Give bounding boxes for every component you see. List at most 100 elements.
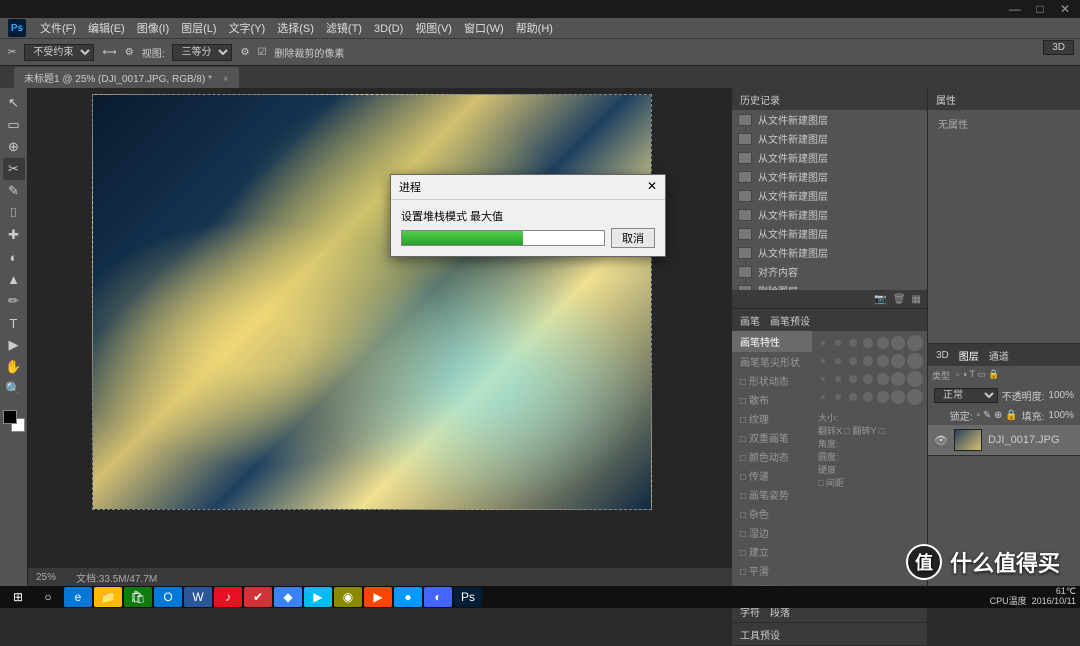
history-item[interactable]: 删除图层 [732, 281, 927, 290]
taskbar-app-icon[interactable]: O [154, 587, 182, 607]
taskbar-app-icon[interactable]: ◆ [274, 587, 302, 607]
brush-param[interactable]: □ 间距 [818, 476, 921, 489]
taskbar-app-icon[interactable]: ▶ [304, 587, 332, 607]
brush-tip-grid[interactable] [812, 331, 927, 409]
menu-item[interactable]: 滤镜(T) [320, 21, 368, 37]
taskbar-app-icon[interactable]: ▶ [364, 587, 392, 607]
zoom-level[interactable]: 25% [36, 572, 56, 583]
tool-button[interactable]: ✋ [3, 356, 25, 378]
menu-item[interactable]: 3D(D) [368, 21, 409, 37]
layer-name[interactable]: DJI_0017.JPG [988, 434, 1060, 446]
brush-option[interactable]: □ 形状动态 [732, 371, 812, 390]
dialog-close-icon[interactable]: ✕ [647, 179, 657, 195]
opacity-value[interactable]: 100% [1048, 390, 1074, 401]
taskbar-app-icon[interactable]: ○ [34, 587, 62, 607]
history-new-icon[interactable]: ▦ [912, 294, 921, 305]
menu-item[interactable]: 视图(V) [409, 21, 458, 37]
history-tab[interactable]: 历史记录 [740, 92, 780, 107]
tool-button[interactable]: ▶ [3, 334, 25, 356]
layers-tab[interactable]: 图层 [959, 348, 979, 363]
brush-option[interactable]: □ 双重画笔 [732, 428, 812, 447]
history-item[interactable]: 从文件新建图层 [732, 167, 927, 186]
document-canvas[interactable] [92, 94, 652, 510]
brush-tab[interactable]: 画笔 [740, 313, 760, 328]
history-item[interactable]: 从文件新建图层 [732, 224, 927, 243]
menu-item[interactable]: 文件(F) [34, 21, 82, 37]
menu-item[interactable]: 编辑(E) [82, 21, 131, 37]
tool-button[interactable]: ▲ [3, 268, 25, 290]
taskbar-app-icon[interactable]: ✔ [244, 587, 272, 607]
brush-option[interactable]: □ 颜色动态 [732, 447, 812, 466]
history-snapshot-icon[interactable]: 📷 [874, 294, 886, 305]
tool-button[interactable]: 🔍 [3, 378, 25, 400]
close-button[interactable]: ✕ [1054, 2, 1076, 16]
brush-param[interactable]: 圆度: [818, 450, 921, 463]
properties-tab[interactable]: 属性 [936, 92, 956, 107]
history-item[interactable]: 从文件新建图层 [732, 243, 927, 262]
brush-presets-tab[interactable]: 画笔预设 [770, 313, 810, 328]
crop-preset-select[interactable]: 不受约束 [24, 44, 94, 61]
tool-button[interactable]: ✏ [3, 290, 25, 312]
canvas-area[interactable]: 25% 文档:33.5M/47.7M [28, 88, 732, 586]
layer-filter-kind[interactable]: 类型 [932, 369, 950, 382]
taskbar-app-icon[interactable]: ◐ [424, 587, 452, 607]
taskbar-app-icon[interactable]: ⊞ [4, 587, 32, 607]
brush-option[interactable]: □ 画笔姿势 [732, 485, 812, 504]
crop-grid-select[interactable]: 三等分 [172, 44, 232, 61]
menu-item[interactable]: 文字(Y) [223, 21, 272, 37]
taskbar-app-icon[interactable]: 🛍 [124, 587, 152, 607]
taskbar-app-icon[interactable]: W [184, 587, 212, 607]
brush-option[interactable]: □ 平滑 [732, 561, 812, 580]
channels-tab[interactable]: 通道 [989, 348, 1009, 363]
history-item[interactable]: 从文件新建图层 [732, 148, 927, 167]
brush-param[interactable]: 翻转X □ 翻转Y □ [818, 424, 921, 437]
menu-item[interactable]: 选择(S) [271, 21, 320, 37]
tool-presets-tab[interactable]: 工具预设 [740, 627, 780, 642]
taskbar-app-icon[interactable]: e [64, 587, 92, 607]
brush-param[interactable]: 大小: [818, 411, 921, 424]
tool-button[interactable]: ✚ [3, 224, 25, 246]
tool-button[interactable]: ▭ [3, 114, 25, 136]
history-item[interactable]: 从文件新建图层 [732, 110, 927, 129]
workspace-mode[interactable]: 3D [1043, 40, 1074, 55]
brush-option[interactable]: □ 纹理 [732, 409, 812, 428]
minimize-button[interactable]: — [1004, 2, 1026, 16]
document-tab[interactable]: 未标题1 @ 25% (DJI_0017.JPG, RGB/8) * × [14, 67, 239, 88]
tool-button[interactable]: ◐ [3, 246, 25, 268]
layer-thumbnail[interactable] [954, 429, 982, 451]
fill-value[interactable]: 100% [1048, 410, 1074, 421]
maximize-button[interactable]: □ [1029, 2, 1051, 16]
brush-param[interactable]: 角度: [818, 437, 921, 450]
history-delete-icon[interactable]: 🗑 [893, 294, 906, 305]
layer-row[interactable]: 👁 DJI_0017.JPG [928, 425, 1080, 455]
history-item[interactable]: 从文件新建图层 [732, 205, 927, 224]
taskbar-app-icon[interactable]: ◉ [334, 587, 362, 607]
history-item[interactable]: 对齐内容 [732, 262, 927, 281]
document-tab-close[interactable]: × [223, 74, 229, 85]
menu-item[interactable]: 图像(I) [131, 21, 175, 37]
color-swatches[interactable] [3, 410, 25, 432]
brush-option[interactable]: 画笔笔尖形状 [732, 352, 812, 371]
brush-option[interactable]: □ 建立 [732, 542, 812, 561]
taskbar-app-icon[interactable]: Ps [454, 587, 482, 607]
brush-option[interactable]: □ 湿边 [732, 523, 812, 542]
history-item[interactable]: 从文件新建图层 [732, 186, 927, 205]
menu-item[interactable]: 窗口(W) [458, 21, 510, 37]
brush-option[interactable]: □ 散布 [732, 390, 812, 409]
3d-tab[interactable]: 3D [936, 350, 949, 361]
taskbar-app-icon[interactable]: ● [394, 587, 422, 607]
brush-param[interactable]: 硬度 [818, 463, 921, 476]
brush-option[interactable]: □ 杂色 [732, 504, 812, 523]
tool-button[interactable]: ⌷ [3, 202, 25, 224]
blend-mode-select[interactable]: 正常 [934, 388, 998, 403]
tool-button[interactable]: ⊕ [3, 136, 25, 158]
tool-button[interactable]: ✎ [3, 180, 25, 202]
menu-item[interactable]: 帮助(H) [510, 21, 559, 37]
layer-visibility-icon[interactable]: 👁 [934, 434, 948, 447]
menu-item[interactable]: 图层(L) [175, 21, 222, 37]
cancel-button[interactable]: 取消 [611, 228, 655, 248]
taskbar-app-icon[interactable]: 📁 [94, 587, 122, 607]
tool-button[interactable]: ↖ [3, 92, 25, 114]
tool-button[interactable]: T [3, 312, 25, 334]
tool-button[interactable]: ✂ [3, 158, 25, 180]
